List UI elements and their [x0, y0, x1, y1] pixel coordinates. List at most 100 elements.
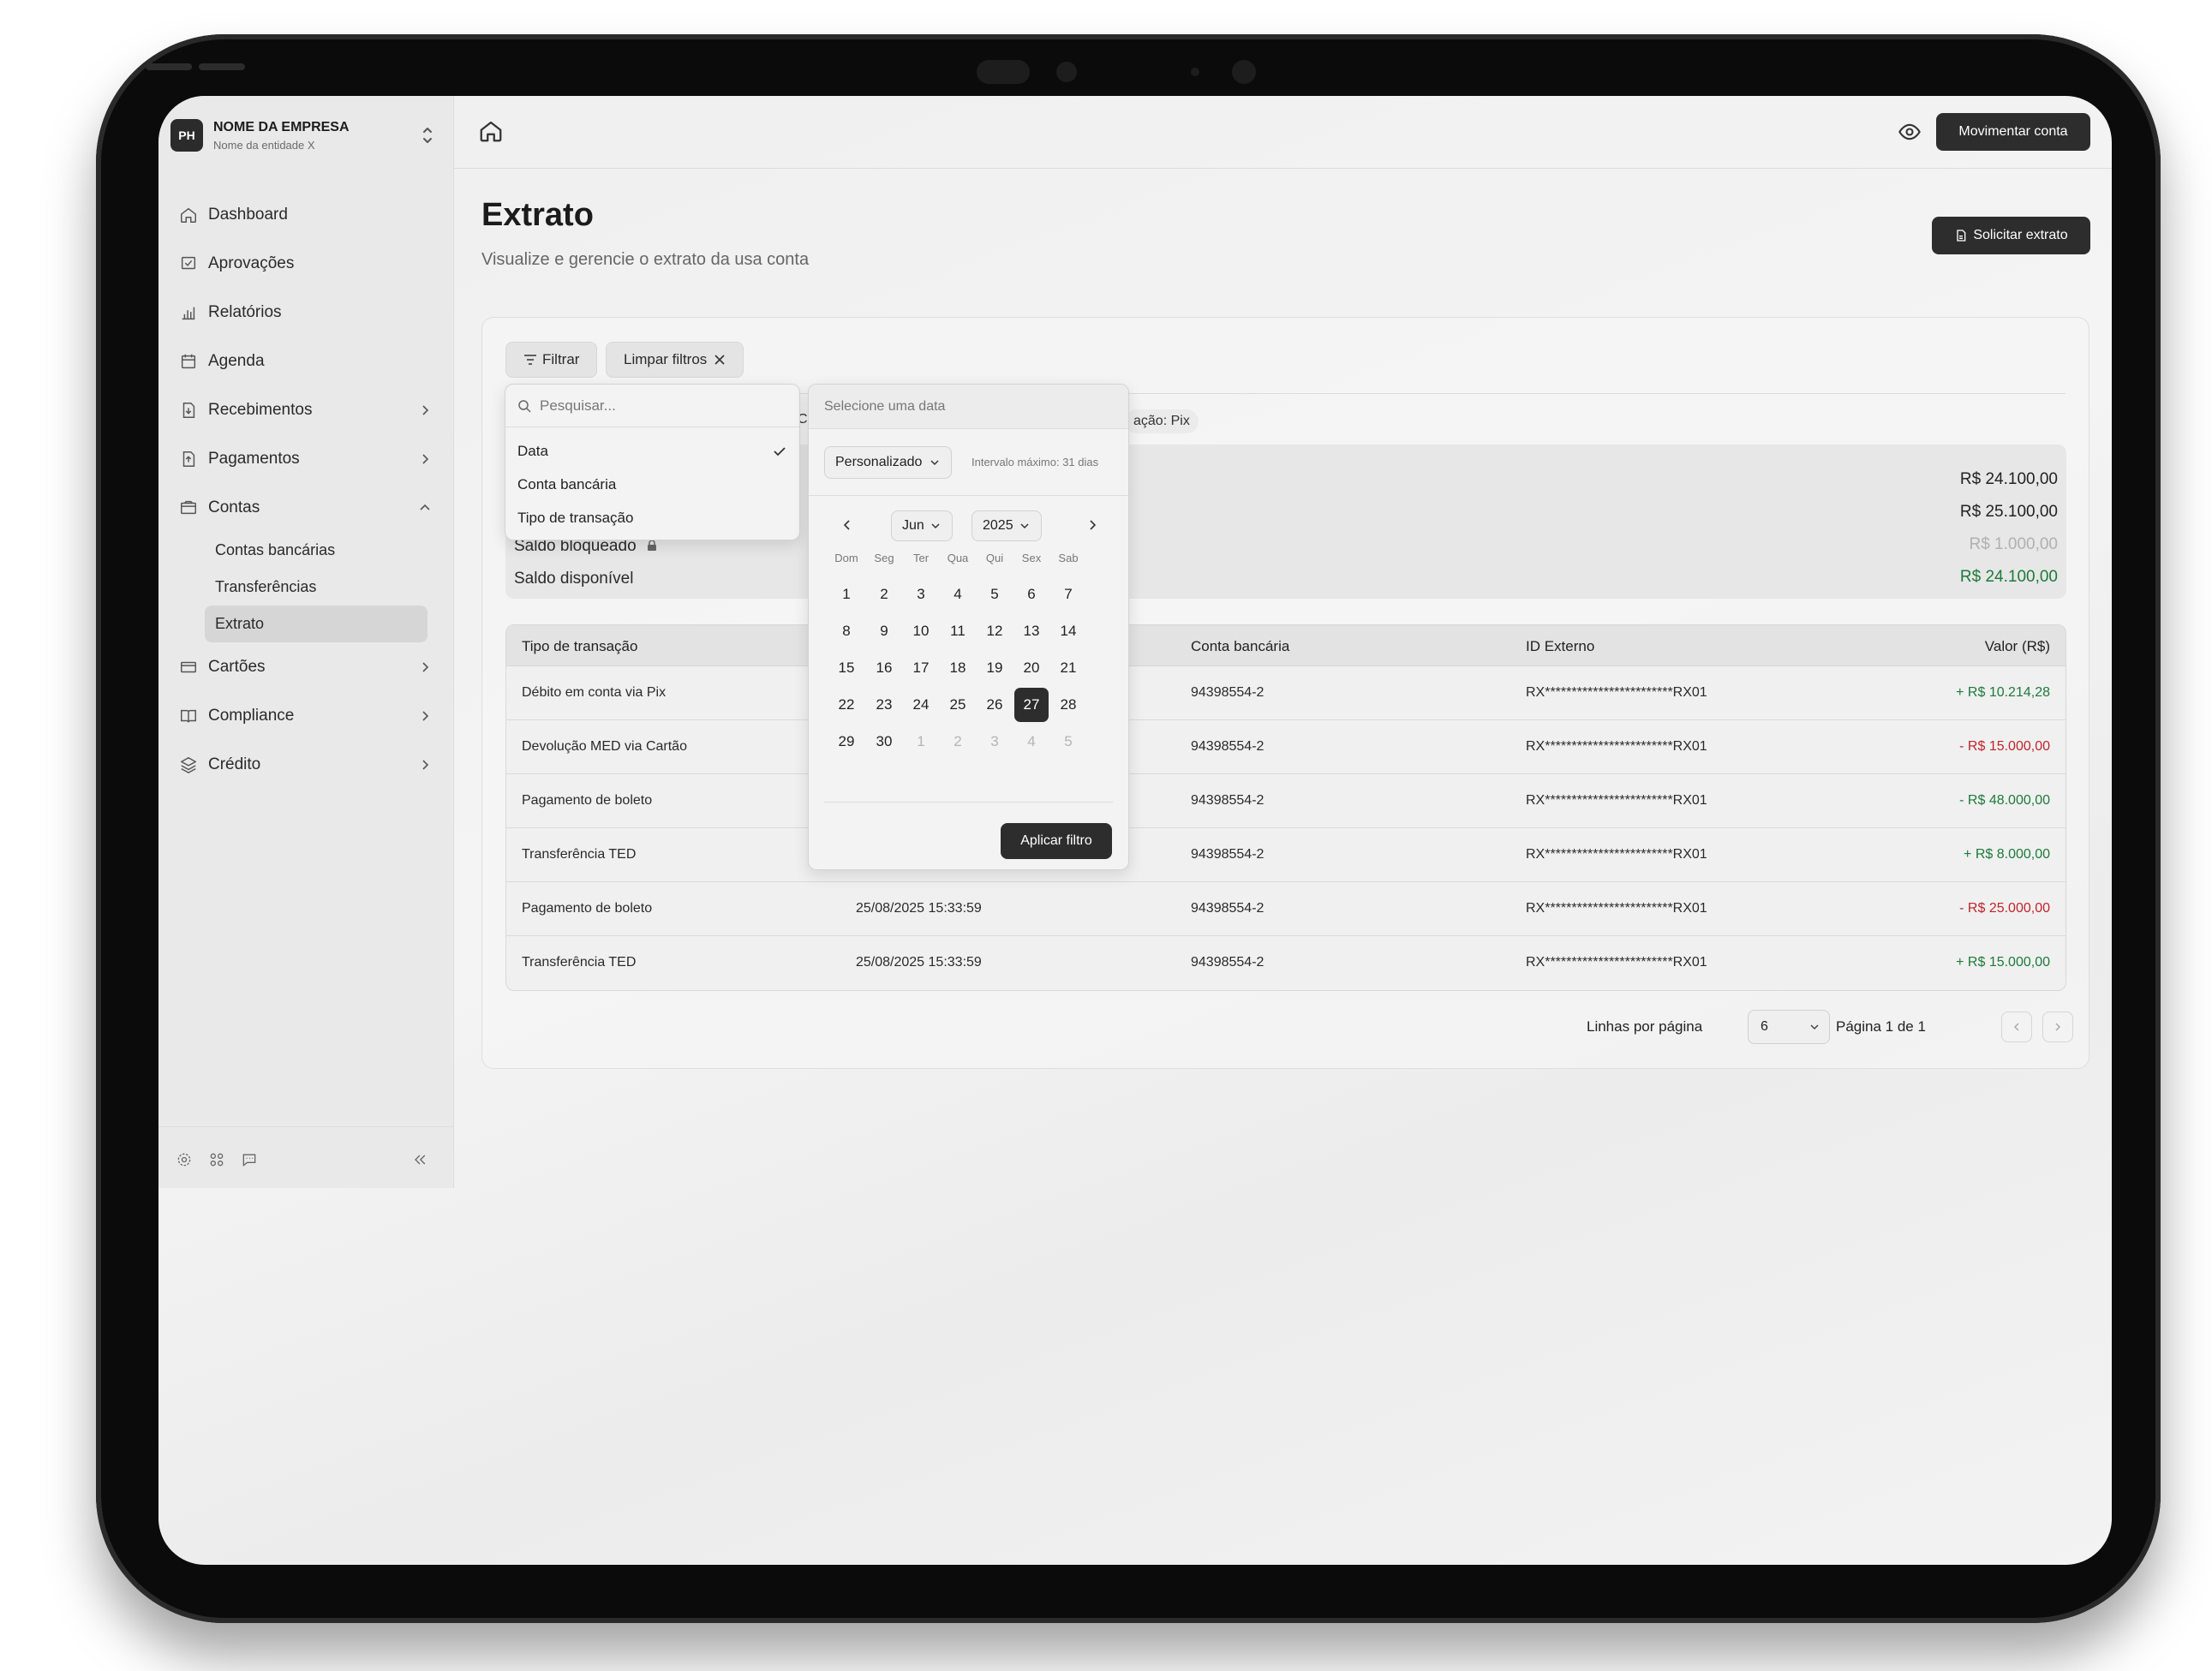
- sidebar-item-dashboard[interactable]: Dashboard: [179, 190, 436, 239]
- table-row[interactable]: Pagamento de boleto 94398554-2 RX*********…: [506, 774, 2066, 828]
- request-statement-button[interactable]: Solicitar extrato: [1932, 217, 2090, 254]
- home-icon[interactable]: [478, 118, 504, 144]
- sidebar-item-contas[interactable]: Contas: [179, 483, 436, 532]
- volume-button: [146, 63, 192, 70]
- calendar-day[interactable]: 8: [829, 614, 864, 648]
- sidebar-item-pagamentos[interactable]: Pagamentos: [179, 434, 436, 483]
- calendar-day[interactable]: 5: [977, 577, 1012, 612]
- sensor-dot: [1191, 68, 1199, 76]
- page-subtitle: Visualize e gerencie o extrato da usa co…: [481, 250, 810, 269]
- sidebar-item-cartoes[interactable]: Cartões: [179, 642, 436, 691]
- calendar-day[interactable]: 17: [904, 651, 938, 685]
- calendar-day[interactable]: 3: [977, 725, 1012, 759]
- calendar-day[interactable]: 11: [941, 614, 975, 648]
- filter-option-label: Conta bancária: [517, 475, 617, 492]
- calendar-day[interactable]: 14: [1051, 614, 1085, 648]
- calendar-day[interactable]: 4: [941, 577, 975, 612]
- document-icon: [1957, 230, 1966, 242]
- calendar-day[interactable]: 26: [977, 688, 1012, 722]
- sidebar-item-credito[interactable]: Crédito: [179, 740, 436, 789]
- sidebar-item-compliance[interactable]: Compliance: [179, 691, 436, 740]
- amount-cell: - R$ 15.000,00: [1959, 739, 2050, 754]
- calendar-day[interactable]: 24: [904, 688, 938, 722]
- apps-icon[interactable]: [208, 1151, 225, 1168]
- calendar-day[interactable]: 18: [941, 651, 975, 685]
- divider: [824, 802, 1113, 803]
- date-mode-select[interactable]: Personalizado: [824, 446, 953, 479]
- sidebar-item-transferencias[interactable]: Transferências: [205, 569, 427, 606]
- calendar-day[interactable]: 25: [941, 688, 975, 722]
- collapse-sidebar-icon[interactable]: [411, 1151, 428, 1168]
- calendar-day[interactable]: 2: [941, 725, 975, 759]
- calendar-day[interactable]: 1: [829, 577, 864, 612]
- rows-per-page-select[interactable]: 6: [1748, 1010, 1830, 1044]
- max-interval-hint: Intervalo máximo: 31 dias: [971, 456, 1099, 468]
- calendar-day[interactable]: 6: [1014, 577, 1049, 612]
- previous-month-icon[interactable]: [840, 517, 855, 533]
- calendar-day[interactable]: 10: [904, 614, 938, 648]
- next-month-icon[interactable]: [1085, 517, 1100, 533]
- calendar-day[interactable]: 3: [904, 577, 938, 612]
- book-icon: [181, 709, 196, 722]
- sidebar-item-contas-bancarias[interactable]: Contas bancárias: [205, 532, 427, 569]
- previous-page-button[interactable]: [2001, 1012, 2032, 1042]
- filter-search[interactable]: Pesquisar...: [505, 385, 799, 427]
- calendar-day[interactable]: 9: [867, 614, 901, 648]
- calendar-day[interactable]: 21: [1051, 651, 1085, 685]
- calendar-day[interactable]: 13: [1014, 614, 1049, 648]
- table-row[interactable]: Transferência TED 94398554-2 RX***********…: [506, 828, 2066, 882]
- company-switcher[interactable]: PH NOME DA EMPRESA Nome da entidade X: [170, 115, 436, 156]
- table-row[interactable]: Pagamento de boleto 25/08/2025 15:33:59 94…: [506, 882, 2066, 936]
- table-row[interactable]: Transferência TED 25/08/2025 15:33:59 9439…: [506, 936, 2066, 990]
- calendar-day[interactable]: 15: [829, 651, 864, 685]
- calendar-day[interactable]: 23: [867, 688, 901, 722]
- calendar-day[interactable]: 28: [1051, 688, 1085, 722]
- year-select[interactable]: 2025: [971, 510, 1042, 541]
- calendar-day[interactable]: 16: [867, 651, 901, 685]
- calendar-day[interactable]: 29: [829, 725, 864, 759]
- balance-value: R$ 25.100,00: [1959, 503, 2058, 521]
- calendar-day[interactable]: 2: [867, 577, 901, 612]
- month-select[interactable]: Jun: [891, 510, 953, 541]
- filter-button[interactable]: Filtrar: [505, 342, 598, 378]
- sidebar-item-extrato[interactable]: Extrato: [205, 606, 427, 642]
- calendar-day[interactable]: 22: [829, 688, 864, 722]
- calendar-day[interactable]: 1: [904, 725, 938, 759]
- external-id-cell: RX************************RX01: [1526, 901, 1707, 916]
- table-body: Débito em conta via Pix 94398554-2 RX*****…: [506, 666, 2066, 990]
- gear-icon[interactable]: [176, 1151, 193, 1168]
- sidebar-item-recebimentos[interactable]: Recebimentos: [179, 385, 436, 434]
- table-row[interactable]: Débito em conta via Pix 94398554-2 RX*****…: [506, 666, 2066, 720]
- next-page-button[interactable]: [2042, 1012, 2073, 1042]
- calendar-day[interactable]: 12: [977, 614, 1012, 648]
- calendar-day[interactable]: 5: [1051, 725, 1085, 759]
- sidebar-item-agenda[interactable]: Agenda: [179, 337, 436, 385]
- sidebar-item-label: Compliance: [208, 706, 295, 725]
- sidebar-item-aprovacoes[interactable]: Aprovações: [179, 239, 436, 288]
- filter-option-data[interactable]: Data: [505, 434, 799, 468]
- apply-filter-button[interactable]: Aplicar filtro: [1001, 823, 1112, 859]
- calendar-day[interactable]: 20: [1014, 651, 1049, 685]
- eye-icon[interactable]: [1898, 120, 1922, 144]
- table-row[interactable]: Devolução MED via Cartão 94398554-2 RX****…: [506, 720, 2066, 774]
- sidebar-item-label: Recebimentos: [208, 400, 313, 419]
- filter-dropdown: Pesquisar... Data Conta bancária Tipo de…: [505, 384, 800, 540]
- sidebar-item-relatorios[interactable]: Relatórios: [179, 288, 436, 337]
- calendar-day[interactable]: 19: [977, 651, 1012, 685]
- date-mode-value: Personalizado: [835, 455, 923, 469]
- transaction-type-cell: Pagamento de boleto: [522, 793, 653, 808]
- active-filter-tag[interactable]: ação: Pix: [1125, 409, 1199, 433]
- calendar-day[interactable]: 27: [1014, 688, 1049, 722]
- transactions-table: Tipo de transação Conta bancária ID Exte…: [505, 624, 2066, 991]
- calendar-day[interactable]: 30: [867, 725, 901, 759]
- chat-icon[interactable]: [241, 1151, 258, 1168]
- move-account-button[interactable]: Movimentar conta: [1936, 113, 2090, 151]
- filter-option-tipo[interactable]: Tipo de transação: [505, 501, 799, 534]
- calendar-day[interactable]: 7: [1051, 577, 1085, 612]
- request-statement-label: Solicitar extrato: [1973, 228, 2068, 242]
- calendar-day[interactable]: 4: [1014, 725, 1049, 759]
- clear-filters-button[interactable]: Limpar filtros: [606, 342, 744, 378]
- weekday-label: Seg: [874, 552, 894, 564]
- filter-option-conta[interactable]: Conta bancária: [505, 468, 799, 501]
- chevron-right-icon: [422, 404, 429, 415]
